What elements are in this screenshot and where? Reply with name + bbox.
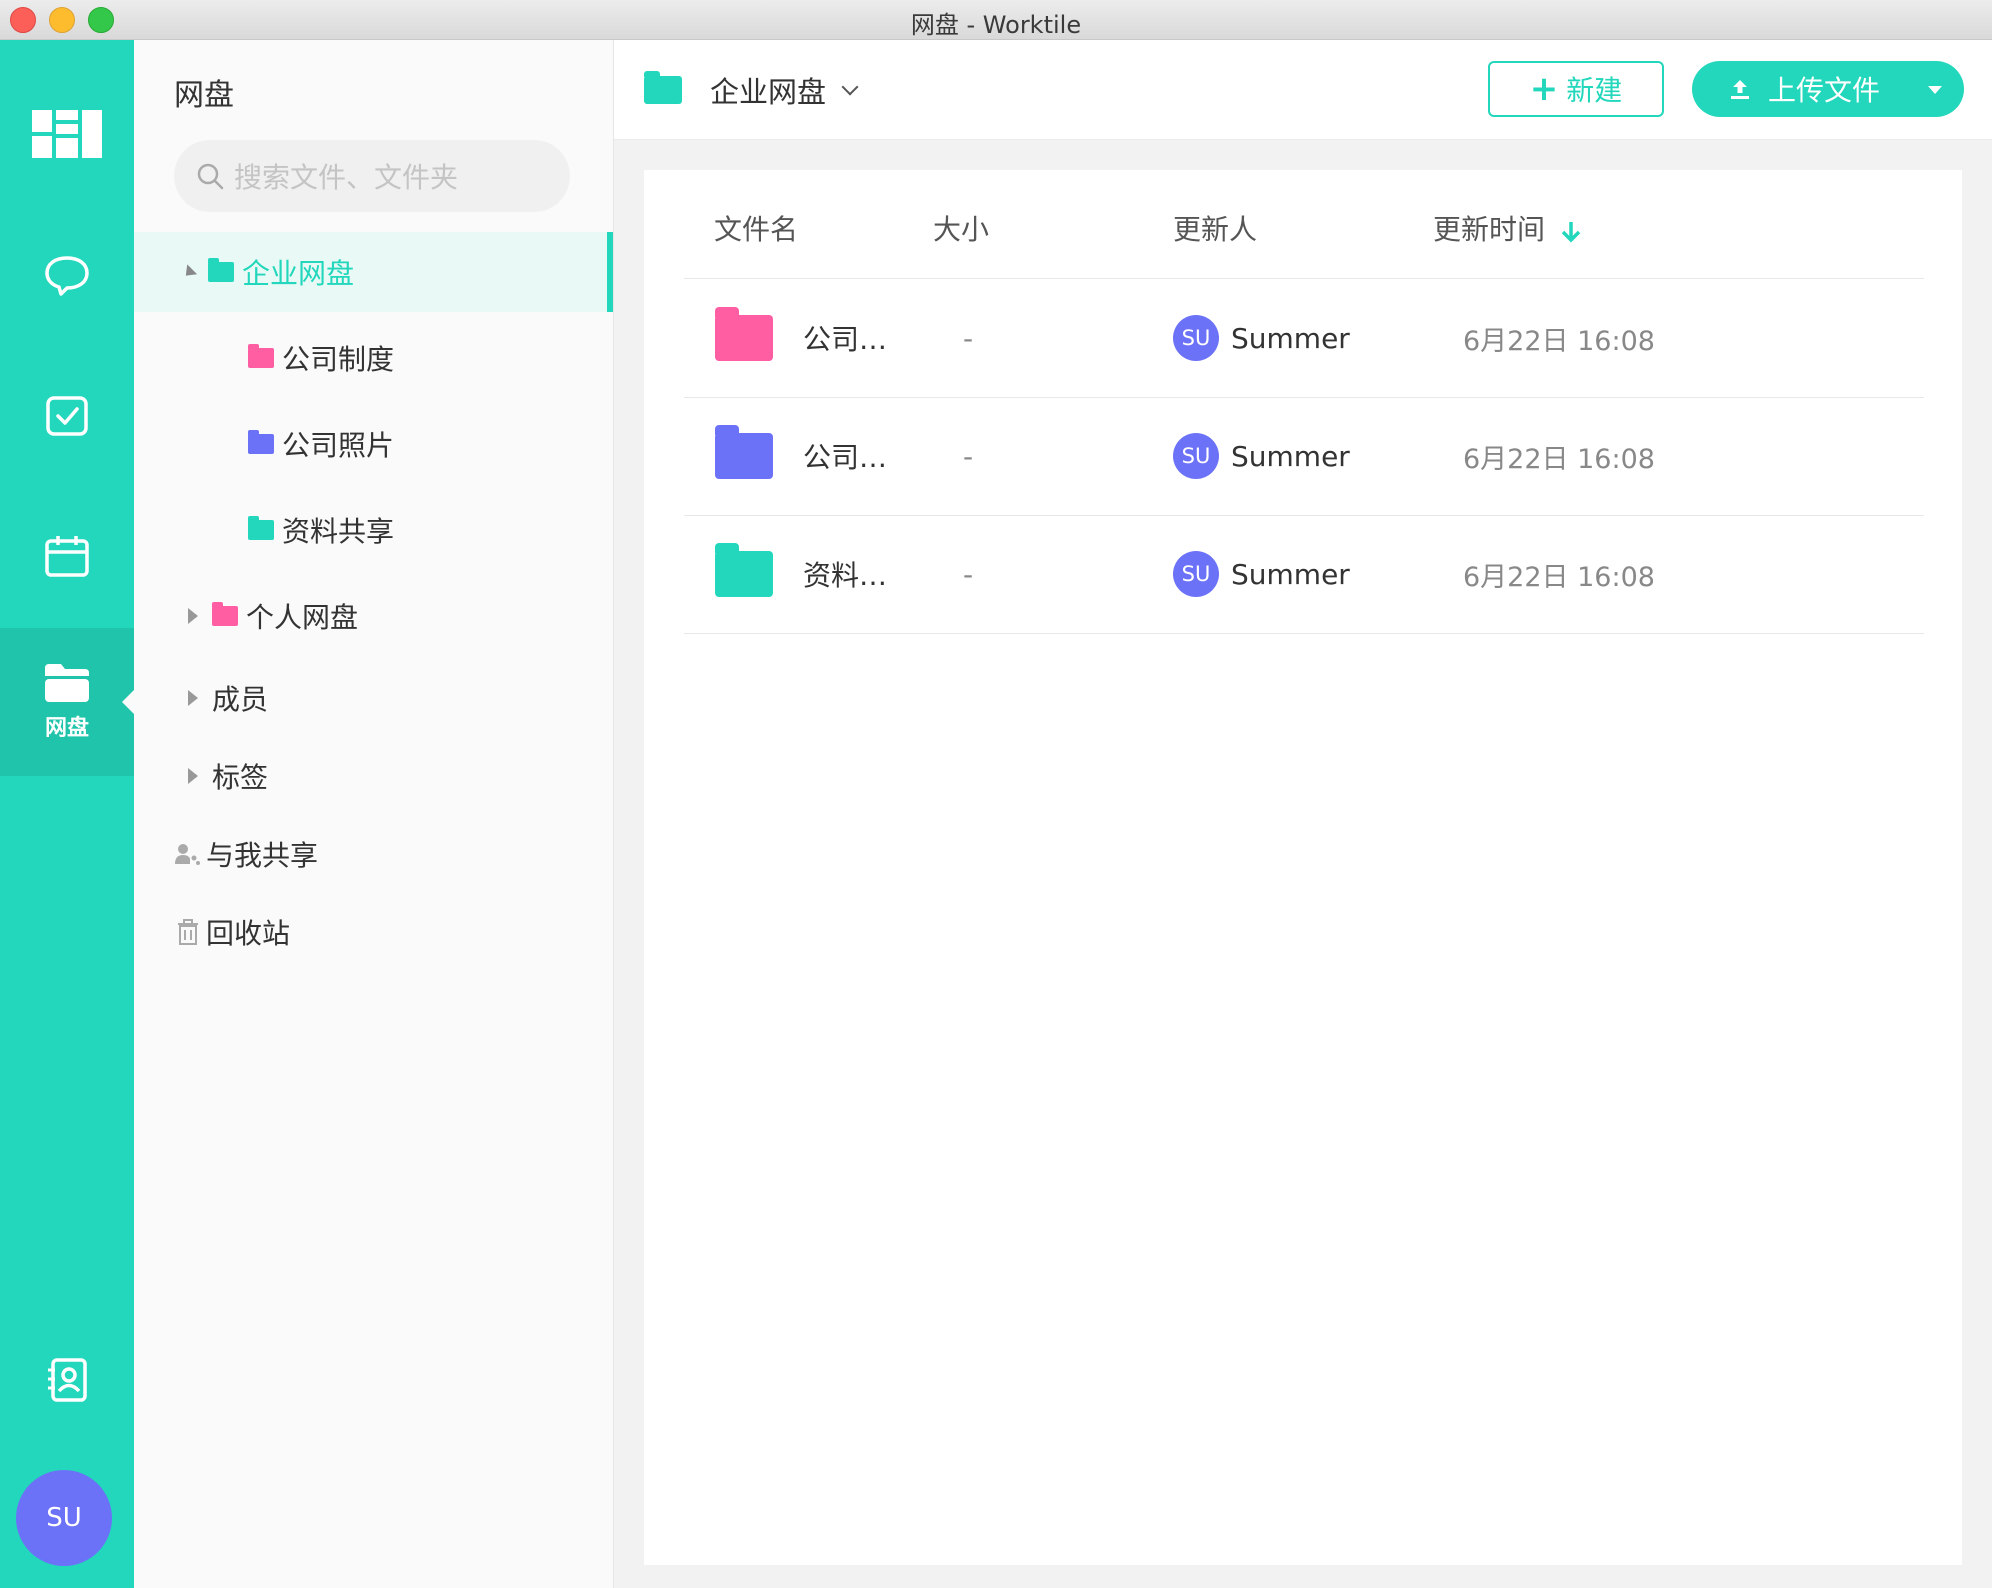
contacts-icon bbox=[48, 1358, 87, 1402]
plus-icon: + bbox=[1529, 69, 1559, 109]
rail-item-drive[interactable]: 网盘 bbox=[0, 628, 134, 776]
tree-item-label: 资料共享 bbox=[282, 515, 395, 548]
new-button[interactable]: + 新建 bbox=[1488, 61, 1664, 117]
tree-item-label: 成员 bbox=[212, 683, 269, 716]
tree-item-label: 与我共享 bbox=[206, 839, 319, 872]
main-content: 企业网盘 + 新建 上传文件 文件名 大小 更新人 更新时间 公司… - SU … bbox=[614, 40, 1992, 1588]
file-name[interactable]: 公司… bbox=[803, 397, 887, 515]
tree-item-label: 回收站 bbox=[206, 917, 291, 950]
column-header-name[interactable]: 文件名 bbox=[714, 208, 798, 248]
user-avatar: SU bbox=[1173, 551, 1219, 597]
folder-icon bbox=[644, 70, 682, 104]
collapse-arrow-icon bbox=[180, 263, 198, 281]
rail-item-contacts[interactable] bbox=[0, 1330, 134, 1430]
updated-time: 6月22日 16:08 bbox=[1463, 561, 1655, 593]
updated-time: 6月22日 16:08 bbox=[1463, 443, 1655, 475]
updater-cell: SU Summer bbox=[1173, 515, 1350, 633]
upload-icon bbox=[1731, 80, 1749, 99]
breadcrumb[interactable]: 企业网盘 bbox=[644, 40, 859, 139]
rail-item-chat[interactable] bbox=[0, 226, 134, 326]
tree-item-company-policy[interactable]: 公司制度 bbox=[134, 318, 613, 398]
app-rail: 网盘 SU bbox=[0, 40, 134, 1588]
column-header-label: 更新时间 bbox=[1433, 213, 1546, 246]
expand-arrow-icon bbox=[188, 608, 198, 624]
folder-icon bbox=[715, 307, 773, 361]
tree-item-shared-materials[interactable]: 资料共享 bbox=[134, 490, 613, 570]
tree-item-label: 企业网盘 bbox=[242, 257, 355, 290]
tree-item-company-photos[interactable]: 公司照片 bbox=[134, 404, 613, 484]
updater-name: Summer bbox=[1231, 557, 1350, 591]
upload-button[interactable]: 上传文件 bbox=[1692, 61, 1964, 117]
title-bar: 网盘 - Worktile bbox=[0, 0, 1992, 40]
folder-icon bbox=[715, 543, 773, 597]
dashboard-icon bbox=[32, 110, 102, 158]
updated-time: 6月22日 16:08 bbox=[1463, 325, 1655, 357]
sort-down-arrow-icon bbox=[1561, 222, 1581, 243]
table-row[interactable]: 资料… - SU Summer 6月22日 16:08 bbox=[644, 515, 1962, 633]
file-list-panel: 文件名 大小 更新人 更新时间 公司… - SU Summer 6月22日 16… bbox=[644, 170, 1962, 1565]
column-header-updated-time[interactable]: 更新时间 bbox=[1433, 208, 1582, 248]
search-input[interactable]: 搜索文件、文件夹 bbox=[174, 140, 570, 212]
folder-icon bbox=[248, 430, 274, 454]
breadcrumb-title: 企业网盘 bbox=[710, 74, 827, 109]
divider bbox=[684, 633, 1924, 634]
window-title: 网盘 - Worktile bbox=[910, 11, 1082, 39]
expand-arrow-icon bbox=[188, 690, 198, 706]
tree-item-label: 公司照片 bbox=[282, 429, 395, 462]
tree-item-shared-with-me[interactable]: 与我共享 bbox=[134, 814, 613, 894]
content-header: 企业网盘 + 新建 上传文件 bbox=[614, 40, 1992, 140]
column-header-updater[interactable]: 更新人 bbox=[1173, 208, 1257, 248]
search-placeholder: 搜索文件、文件夹 bbox=[234, 161, 459, 194]
folder-icon bbox=[208, 258, 234, 282]
tree-item-members[interactable]: 成员 bbox=[134, 658, 613, 738]
tree-item-trash[interactable]: 回收站 bbox=[134, 892, 613, 972]
chevron-down-icon[interactable] bbox=[841, 78, 859, 95]
active-indicator bbox=[122, 690, 134, 714]
new-button-label: 新建 bbox=[1566, 74, 1623, 107]
search-icon bbox=[197, 163, 224, 190]
chat-icon bbox=[45, 256, 89, 296]
folder-icon bbox=[45, 664, 89, 702]
tree-item-personal-drive[interactable]: 个人网盘 bbox=[134, 576, 613, 656]
drive-sidebar: 网盘 搜索文件、文件夹 企业网盘 公司制度 公司照片 资料共享 个人网盘 成员 … bbox=[134, 40, 614, 1588]
trash-icon bbox=[178, 919, 198, 945]
shared-users-icon bbox=[175, 844, 200, 865]
updater-cell: SU Summer bbox=[1173, 397, 1350, 515]
file-size: - bbox=[963, 557, 974, 591]
rail-item-dashboard[interactable] bbox=[0, 84, 134, 184]
upload-dropdown-icon[interactable] bbox=[1928, 86, 1942, 94]
user-avatar[interactable]: SU bbox=[16, 1470, 112, 1566]
upload-button-label: 上传文件 bbox=[1768, 74, 1881, 107]
file-name[interactable]: 资料… bbox=[803, 515, 887, 633]
table-row[interactable]: 公司… - SU Summer 6月22日 16:08 bbox=[644, 279, 1962, 397]
folder-icon bbox=[248, 344, 274, 368]
folder-icon bbox=[248, 516, 274, 540]
file-size: - bbox=[963, 439, 974, 473]
personal-folder-icon bbox=[212, 602, 238, 626]
sidebar-title: 网盘 bbox=[174, 78, 234, 113]
updater-cell: SU Summer bbox=[1173, 279, 1350, 397]
folder-icon bbox=[715, 425, 773, 479]
user-avatar: SU bbox=[1173, 433, 1219, 479]
tree-item-label: 标签 bbox=[212, 761, 269, 794]
user-avatar: SU bbox=[1173, 315, 1219, 361]
table-row[interactable]: 公司… - SU Summer 6月22日 16:08 bbox=[644, 397, 1962, 515]
file-size: - bbox=[963, 321, 974, 355]
tree-item-label: 个人网盘 bbox=[246, 601, 359, 634]
rail-item-calendar[interactable] bbox=[0, 506, 134, 606]
calendar-icon bbox=[45, 536, 89, 577]
updater-name: Summer bbox=[1231, 321, 1350, 355]
tree-item-enterprise-drive[interactable]: 企业网盘 bbox=[134, 232, 613, 312]
tree-item-tags[interactable]: 标签 bbox=[134, 736, 613, 816]
tree-item-label: 公司制度 bbox=[282, 343, 395, 376]
rail-item-tasks[interactable] bbox=[0, 366, 134, 466]
expand-arrow-icon bbox=[188, 768, 198, 784]
task-check-icon bbox=[46, 396, 88, 436]
file-name[interactable]: 公司… bbox=[803, 279, 887, 397]
column-header-size[interactable]: 大小 bbox=[933, 208, 989, 248]
rail-item-label: 网盘 bbox=[44, 716, 89, 741]
updater-name: Summer bbox=[1231, 439, 1350, 473]
